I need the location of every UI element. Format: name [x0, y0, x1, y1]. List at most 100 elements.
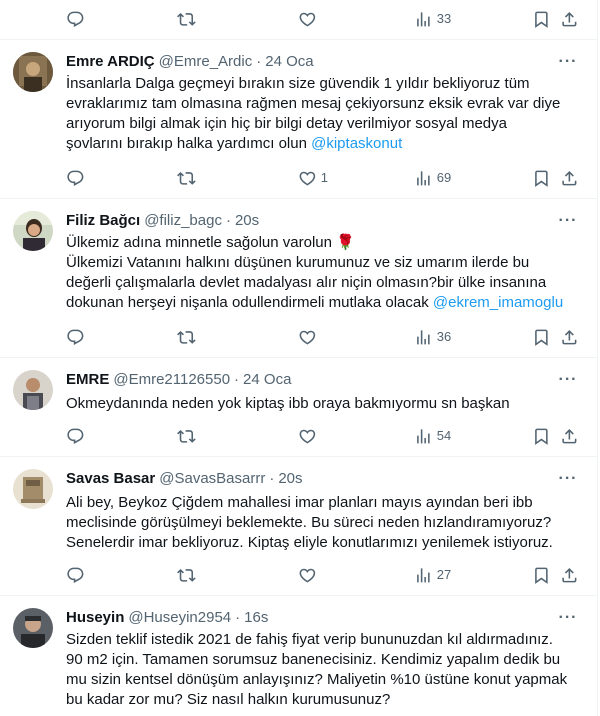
separator-dot: · — [225, 212, 231, 229]
tweet-text: Okmeydanında neden yok kiptaş ibb oraya … — [66, 394, 581, 414]
more-options-icon[interactable]: ··· — [558, 608, 578, 628]
separator-dot: · — [256, 53, 262, 70]
reply-button[interactable] — [66, 565, 85, 585]
tweet-text-line: Sizden teklif istedik 2021 de fahiş fiya… — [66, 631, 553, 648]
more-options-icon[interactable]: ··· — [558, 211, 578, 231]
timestamp[interactable]: 16s — [244, 608, 268, 628]
timestamp[interactable]: 20s — [278, 469, 302, 489]
tweet-partial: 33 — [0, 0, 598, 40]
separator-dot: · — [234, 371, 240, 388]
reply-icon — [67, 329, 84, 345]
views-icon — [417, 567, 430, 583]
share-button[interactable] — [560, 426, 579, 446]
reply-button[interactable] — [66, 327, 85, 347]
like-button[interactable] — [298, 9, 317, 29]
tweet[interactable]: Emre ARDIÇ @Emre_Ardic · 24 Oca ··· İnsa… — [0, 40, 598, 199]
tweet-actions: 36 — [66, 327, 586, 347]
views-button[interactable]: 69 — [414, 168, 451, 188]
like-button[interactable]: 1 — [298, 168, 328, 188]
retweet-button[interactable] — [177, 565, 196, 585]
bookmark-button[interactable] — [532, 9, 551, 29]
share-button[interactable] — [560, 9, 579, 29]
retweet-button[interactable] — [177, 426, 196, 446]
timestamp[interactable]: 24 Oca — [243, 370, 291, 390]
like-button[interactable] — [298, 327, 317, 347]
tweet-header: Savas Basar @SavasBasarrr · 20s — [66, 469, 303, 489]
display-name[interactable]: Emre ARDIÇ — [66, 52, 155, 72]
views-icon — [417, 170, 430, 186]
tweet[interactable]: Huseyin @Huseyin2954 · 16s ··· Sizden te… — [0, 596, 598, 716]
share-button[interactable] — [560, 327, 579, 347]
mention-link[interactable]: @kiptaskonut — [311, 135, 402, 152]
tweet-feed: 33 Emre ARDIÇ @Emre_Ardic · 24 Oca ··· İ… — [0, 0, 598, 716]
user-handle[interactable]: @Emre21126550 — [113, 370, 230, 390]
views-count: 27 — [436, 567, 452, 582]
tweet-text-line: değerli çalışmalarla devlet madalyası al… — [66, 274, 547, 291]
retweet-icon — [177, 330, 196, 344]
views-count: 69 — [436, 170, 452, 185]
bookmark-icon — [535, 329, 548, 346]
views-button[interactable]: 54 — [414, 426, 451, 446]
more-options-icon[interactable]: ··· — [558, 52, 578, 72]
display-name[interactable]: Filiz Bağcı — [66, 211, 140, 231]
avatar[interactable] — [13, 608, 53, 648]
views-count: 33 — [436, 11, 452, 26]
user-handle[interactable]: @Emre_Ardic — [159, 52, 253, 72]
display-name[interactable]: EMRE — [66, 370, 109, 390]
bookmark-button[interactable] — [532, 426, 551, 446]
retweet-icon — [177, 568, 196, 582]
avatar-image — [13, 211, 53, 251]
user-handle[interactable]: @filiz_bagc — [144, 211, 222, 231]
timestamp[interactable]: 24 Oca — [265, 52, 313, 72]
avatar[interactable] — [13, 211, 53, 251]
tweet-text-line: Ülkemiz adına minnetle sağolun varolun 🌹 — [66, 234, 355, 251]
retweet-icon — [177, 12, 196, 26]
views-button[interactable]: 27 — [414, 565, 451, 585]
bookmark-button[interactable] — [532, 168, 551, 188]
tweet-text-line: bu kadar zor mu? Siz nasıl halkın kurumu… — [66, 691, 391, 708]
tweet[interactable]: Savas Basar @SavasBasarrr · 20s ··· Ali … — [0, 457, 598, 596]
more-options-icon[interactable]: ··· — [558, 469, 578, 489]
tweet[interactable]: Filiz Bağcı @filiz_bagc · 20s ··· Ülkemi… — [0, 199, 598, 358]
avatar-image — [13, 608, 53, 648]
tweet-text-line: arıyorum bilgi almak için hiç bir bilgi … — [66, 115, 507, 132]
share-button[interactable] — [560, 168, 579, 188]
reply-icon — [67, 170, 84, 186]
more-options-icon[interactable]: ··· — [558, 370, 578, 390]
timestamp[interactable]: 20s — [235, 211, 259, 231]
user-handle[interactable]: @Huseyin2954 — [128, 608, 231, 628]
bookmark-button[interactable] — [532, 565, 551, 585]
display-name[interactable]: Huseyin — [66, 608, 124, 628]
like-button[interactable] — [298, 426, 317, 446]
tweet-text-line: Ali bey, Beykoz Çiğdem mahallesi imar pl… — [66, 494, 533, 511]
reply-button[interactable] — [66, 9, 85, 29]
views-icon — [417, 428, 430, 444]
tweet-actions: 1 69 — [66, 168, 586, 188]
views-button[interactable]: 36 — [414, 327, 451, 347]
views-button[interactable]: 33 — [414, 9, 451, 29]
reply-button[interactable] — [66, 426, 85, 446]
retweet-icon — [177, 171, 196, 185]
tweet-header: Filiz Bağcı @filiz_bagc · 20s — [66, 211, 259, 231]
retweet-icon — [177, 429, 196, 443]
tweet-text: Sizden teklif istedik 2021 de fahiş fiya… — [66, 630, 581, 710]
retweet-button[interactable] — [177, 168, 196, 188]
mention-link[interactable]: @ekrem_imamoglu — [433, 294, 563, 311]
retweet-button[interactable] — [177, 9, 196, 29]
avatar[interactable] — [13, 52, 53, 92]
share-button[interactable] — [560, 565, 579, 585]
like-button[interactable] — [298, 565, 317, 585]
reply-button[interactable] — [66, 168, 85, 188]
retweet-button[interactable] — [177, 327, 196, 347]
tweet-text-line: İnsanlarla Dalga geçmeyi bırakın size gü… — [66, 75, 530, 92]
display-name[interactable]: Savas Basar — [66, 469, 155, 489]
avatar-image — [13, 370, 53, 410]
views-icon — [417, 11, 430, 27]
tweet-actions: 33 — [66, 9, 586, 29]
bookmark-button[interactable] — [532, 327, 551, 347]
tweet-text: Ülkemiz adına minnetle sağolun varolun 🌹… — [66, 233, 581, 313]
avatar[interactable] — [13, 370, 53, 410]
tweet[interactable]: EMRE @Emre21126550 · 24 Oca ··· Okmeydan… — [0, 358, 598, 457]
avatar[interactable] — [13, 469, 53, 509]
user-handle[interactable]: @SavasBasarrr — [159, 469, 265, 489]
